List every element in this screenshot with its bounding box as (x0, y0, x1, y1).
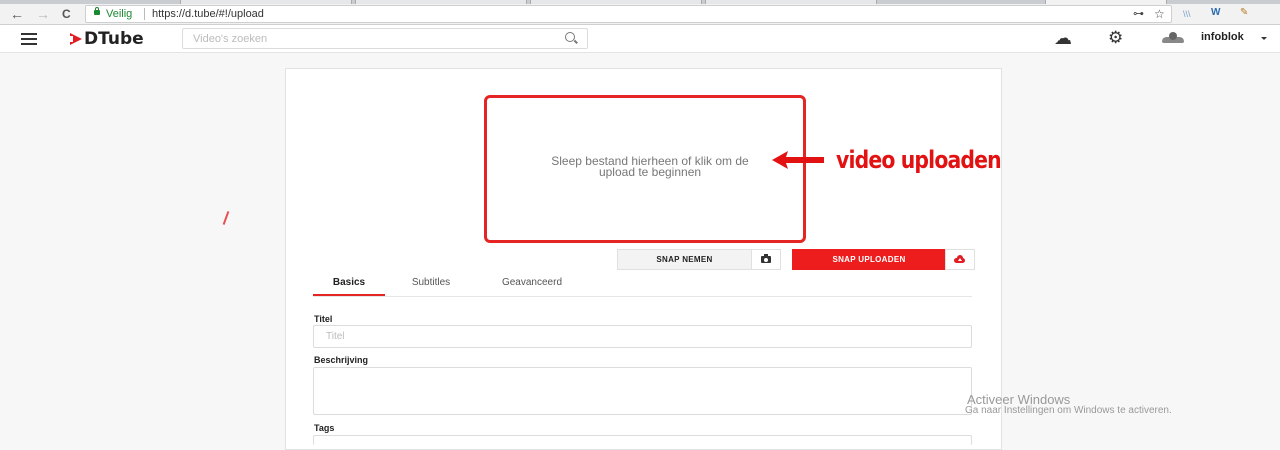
address-bar[interactable]: Veilig https://d.tube/#!/upload ⊶ ☆ (85, 5, 1172, 23)
tab-basics[interactable]: Basics (313, 272, 385, 296)
search-box[interactable] (182, 28, 588, 49)
browser-toolbar: ← → C Veilig https://d.tube/#!/upload ⊶ … (0, 4, 1280, 25)
tab-subtitles[interactable]: Subtitles (397, 272, 465, 294)
snap-take-button[interactable]: SNAP NEMEN (617, 249, 752, 270)
extension-icon[interactable]: W (1211, 5, 1220, 21)
file-dropzone[interactable]: Sleep bestand hierheen of klik om de upl… (484, 95, 806, 243)
annotation-arrow-icon (772, 151, 824, 169)
annotation-mark (222, 211, 230, 225)
dropzone-text-line: upload te beginnen (598, 165, 702, 179)
search-input[interactable] (193, 29, 553, 48)
snap-take-icon-button[interactable] (751, 249, 781, 270)
tab-advanced[interactable]: Geavanceerd (485, 272, 579, 294)
hamburger-menu-icon[interactable] (21, 33, 37, 45)
app-header: DTube ☁ ⚙ infoblok (0, 25, 1280, 53)
extension-icon[interactable]: ✎ (1240, 5, 1248, 21)
form-tabs: Basics Subtitles Geavanceerd (313, 272, 972, 297)
annotation-label: video uploaden (836, 146, 1002, 174)
description-textarea[interactable] (313, 367, 972, 415)
play-logo-icon (70, 33, 82, 45)
extension-icon[interactable]: \\\ (1183, 6, 1191, 22)
upload-cloud-icon[interactable]: ☁ (1054, 28, 1072, 48)
reload-icon[interactable]: C (62, 5, 71, 23)
tags-label: Tags (314, 423, 335, 433)
tags-input[interactable] (313, 435, 972, 445)
camera-icon (761, 254, 771, 263)
description-label: Beschrijving (314, 355, 369, 365)
secure-label: Veilig (106, 8, 133, 20)
key-icon[interactable]: ⊶ (1133, 6, 1144, 22)
address-separator (144, 8, 145, 20)
snap-upload-button[interactable]: SNAP UPLOADEN (792, 249, 946, 270)
title-input[interactable] (313, 325, 972, 348)
avatar[interactable] (1162, 32, 1184, 44)
forward-icon[interactable]: → (36, 5, 50, 23)
activation-watermark-subtitle: Ga naar Instellingen om Windows te activ… (965, 405, 1172, 416)
cloud-upload-icon (954, 255, 965, 263)
search-icon[interactable] (565, 32, 575, 42)
bookmark-star-icon[interactable]: ☆ (1154, 6, 1165, 22)
back-icon[interactable]: ← (10, 5, 24, 23)
title-label: Titel (314, 314, 333, 324)
chevron-down-icon[interactable] (1261, 37, 1267, 40)
settings-gear-icon[interactable]: ⚙ (1108, 28, 1123, 48)
lock-icon (94, 7, 100, 15)
logo-text: DTube (84, 29, 144, 49)
dropzone-text: Sleep bestand hierheen of klik om de upl… (487, 155, 813, 179)
url-text[interactable]: https://d.tube/#!/upload (152, 6, 264, 22)
snap-upload-icon-button[interactable] (945, 249, 975, 270)
username[interactable]: infoblok (1201, 31, 1244, 43)
